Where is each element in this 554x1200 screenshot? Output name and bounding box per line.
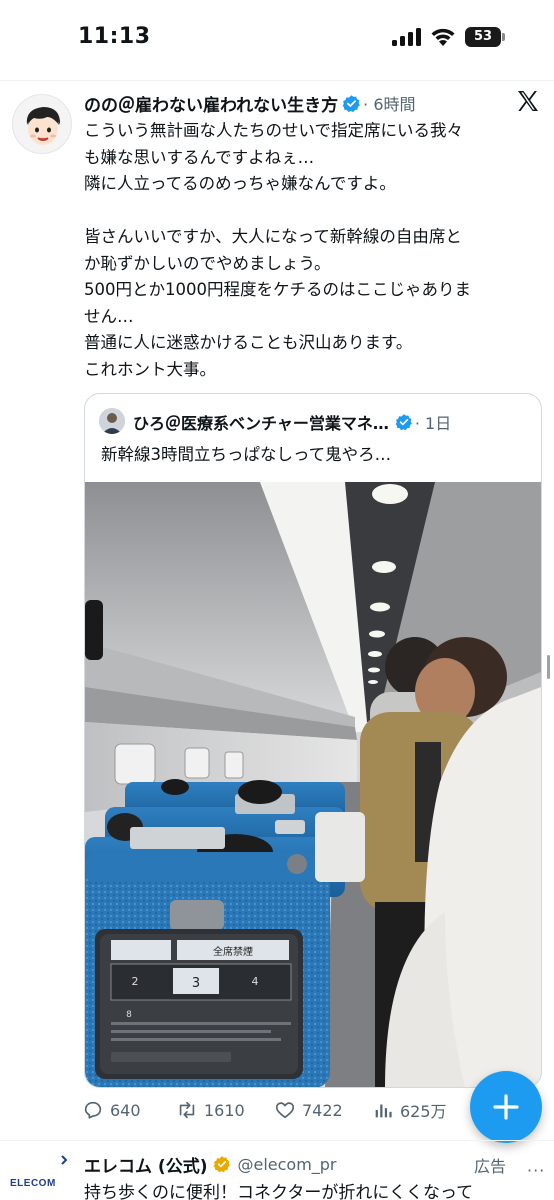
scrollbar[interactable] <box>547 655 550 679</box>
compose-button[interactable] <box>470 1071 542 1143</box>
gold-verified-icon <box>214 1156 231 1173</box>
train-interior-photo[interactable]: 3 2 4 8 全席禁煙 <box>85 482 541 1088</box>
heart-icon <box>275 1102 295 1119</box>
car-number-3: 3 <box>192 976 200 991</box>
twitter-timeline: 11:13 53 のの＠雇わない雇われない生き方 · 6時間 こういう無計画な人… <box>0 0 554 1200</box>
tweet-text: こういう無計画な人たちのせいで指定席にいる我々 も嫌な思いするんですよねぇ… 隣… <box>84 121 471 379</box>
verified-icon <box>342 94 360 112</box>
tweet-time[interactable]: · 6時間 <box>363 91 415 115</box>
like-button[interactable]: 7422 <box>274 1096 343 1124</box>
wifi-icon <box>431 28 455 46</box>
views-button[interactable]: 625万 <box>372 1096 447 1124</box>
battery-icon: 53 <box>465 27 505 47</box>
x-logo-icon[interactable] <box>516 89 540 113</box>
retweet-icon <box>179 1101 195 1119</box>
avatar[interactable] <box>12 94 72 154</box>
plus-icon <box>493 1094 519 1120</box>
verified-icon <box>395 414 412 431</box>
reply-count: 640 <box>110 1100 141 1120</box>
quote-header: ひろ＠医療系ベンチャー営業マネ… · 1日 <box>133 410 451 434</box>
signal-icon <box>392 28 421 46</box>
tweet-header: のの＠雇わない雇われない生き方 · 6時間 <box>84 90 416 116</box>
author-name[interactable]: のの＠雇わない雇われない生き方 <box>84 91 338 116</box>
quote-author-name[interactable]: ひろ＠医療系ベンチャー営業マネ… <box>133 410 389 434</box>
ad-handle[interactable]: @elecom_pr <box>237 1155 336 1174</box>
ad-text: 持ち歩くのに便利！コネクターが折れにくくなって <box>84 1183 474 1200</box>
view-count: 625万 <box>400 1102 447 1121</box>
battery-level: 53 <box>473 29 493 44</box>
tweet-actions: 640 1610 7422 625万 <box>82 1096 462 1124</box>
car-number-8: 8 <box>126 1010 132 1020</box>
divider <box>0 1140 554 1141</box>
like-count: 7422 <box>302 1100 343 1120</box>
ad-author-name[interactable]: エレコム (公式) <box>84 1152 207 1177</box>
quote-tweet[interactable]: ひろ＠医療系ベンチャー営業マネ… · 1日 新幹線3時間立ちっぱなしって鬼やろ… <box>84 393 542 1088</box>
ad-avatar[interactable]: ELECOM <box>10 1150 72 1194</box>
ad-logo-text: ELECOM <box>10 1178 56 1189</box>
more-options-icon[interactable]: ··· <box>527 1161 545 1180</box>
retweet-count: 1610 <box>204 1100 245 1120</box>
car-number-2: 2 <box>132 975 139 988</box>
reply-icon <box>84 1101 102 1119</box>
car-number-4: 4 <box>252 975 259 988</box>
status-time: 11:13 <box>78 24 151 49</box>
views-icon <box>375 1104 392 1118</box>
retweet-button[interactable]: 1610 <box>176 1096 245 1124</box>
quote-time[interactable]: · 1日 <box>415 410 451 434</box>
reply-button[interactable]: 640 <box>82 1096 141 1124</box>
seat-card-title: 全席禁煙 <box>213 945 253 958</box>
ad-label: 広告 <box>474 1157 507 1176</box>
quote-text: 新幹線3時間立ちっぱなしって鬼やろ… <box>101 445 392 464</box>
status-bar: 11:13 53 <box>0 0 554 78</box>
divider <box>0 80 554 81</box>
quote-avatar[interactable] <box>99 408 125 434</box>
ad-header: エレコム (公式) @elecom_pr <box>84 1151 337 1177</box>
